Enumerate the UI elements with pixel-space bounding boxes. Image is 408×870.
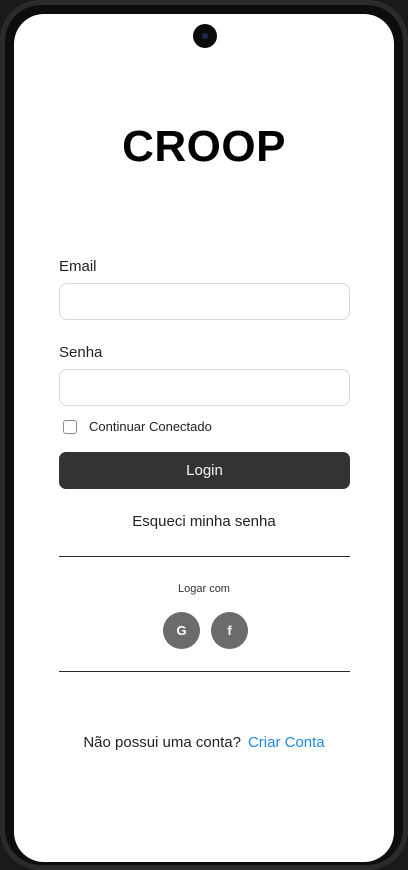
- divider-bottom: [59, 671, 350, 672]
- remember-checkbox[interactable]: [63, 419, 77, 434]
- app-logo: CROOP: [122, 122, 286, 171]
- password-label: Senha: [59, 344, 103, 361]
- app-screen: CROOP Email Senha Continuar Conectado Lo…: [14, 14, 394, 862]
- remember-label: Continuar Conectado: [89, 419, 212, 434]
- email-field[interactable]: [59, 283, 350, 320]
- front-camera: [193, 24, 217, 48]
- google-icon: G: [176, 623, 187, 638]
- create-account-link[interactable]: Criar Conta: [248, 734, 325, 751]
- facebook-icon: f: [227, 623, 232, 638]
- divider-top: [59, 556, 350, 557]
- social-login-title: Logar com: [178, 583, 230, 595]
- signup-prompt: Não possui uma conta?: [83, 734, 241, 751]
- facebook-login-button[interactable]: f: [211, 612, 248, 649]
- email-label: Email: [59, 258, 97, 275]
- remember-me[interactable]: Continuar Conectado: [63, 419, 212, 434]
- password-field[interactable]: [59, 369, 350, 406]
- google-login-button[interactable]: G: [163, 612, 200, 649]
- forgot-password-link[interactable]: Esqueci minha senha: [14, 513, 394, 530]
- login-button[interactable]: Login: [59, 452, 350, 489]
- phone-frame: CROOP Email Senha Continuar Conectado Lo…: [0, 0, 408, 870]
- signup-row: Não possui uma conta? Criar Conta: [14, 734, 394, 751]
